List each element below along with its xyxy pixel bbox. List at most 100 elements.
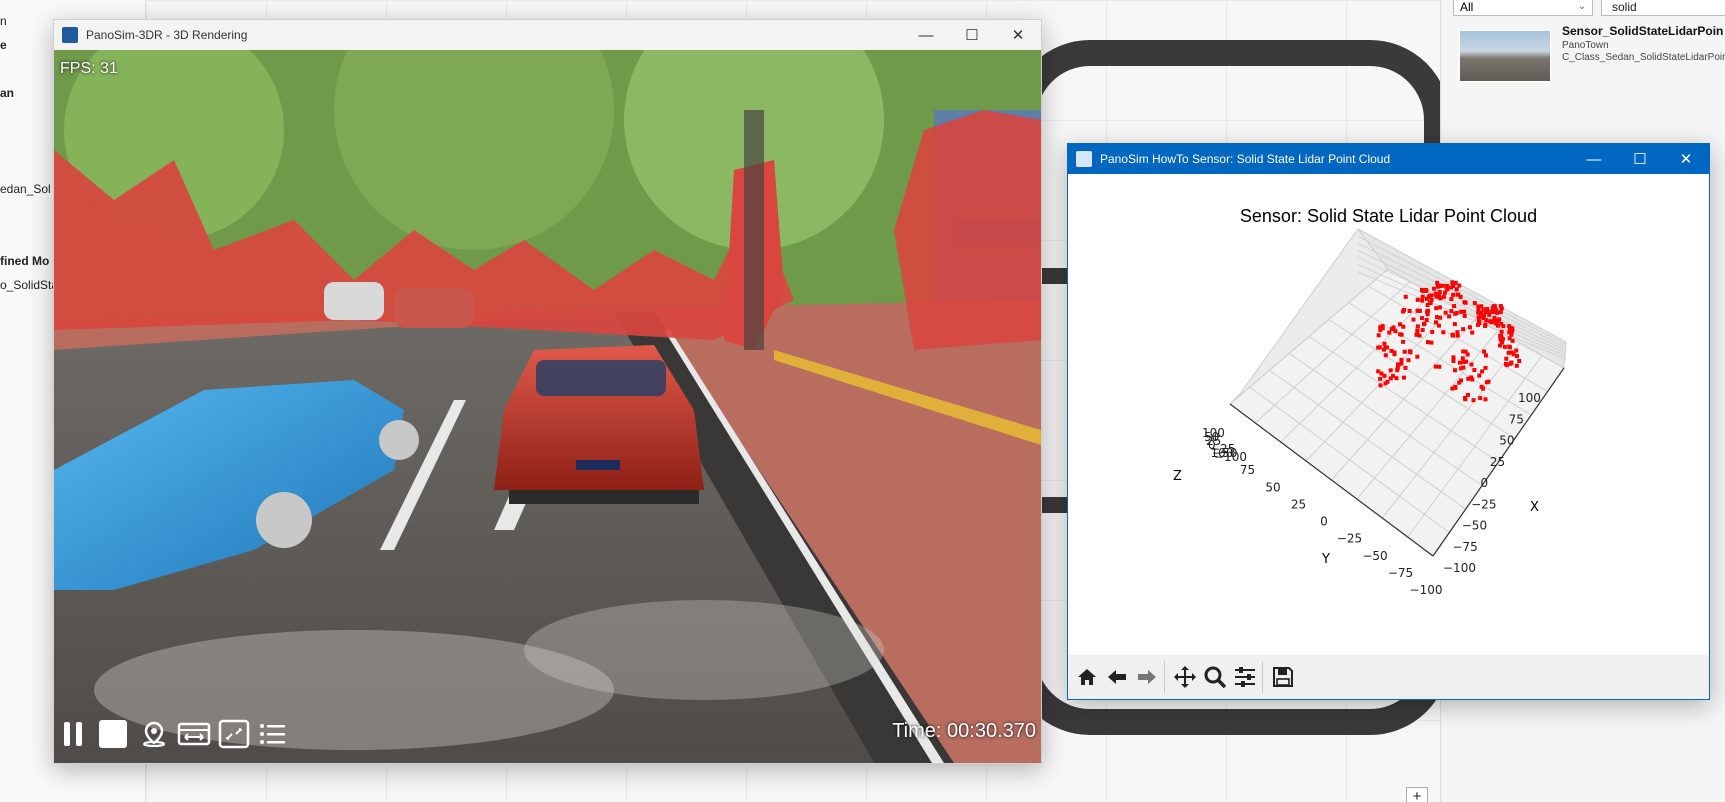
lidar-point [1378, 383, 1383, 388]
lidar-point [1483, 322, 1488, 327]
render-window-title: PanoSim-3DR - 3D Rendering [86, 28, 248, 42]
render-window: PanoSim-3DR - 3D Rendering — ☐ ✕ FPS: 31… [53, 19, 1042, 764]
filter-select[interactable]: All ⌄ [1453, 0, 1593, 16]
list-icon[interactable] [258, 719, 288, 749]
y-tick-label: 75 [1240, 463, 1255, 477]
lidar-point [1401, 308, 1406, 313]
lidar-point [1415, 328, 1420, 333]
pause-icon[interactable] [60, 719, 86, 749]
lidar-point [1382, 341, 1387, 346]
lidar-point [1433, 364, 1438, 369]
left-panel-text[interactable]: o_SolidSta [0, 278, 58, 292]
lidar-point [1401, 375, 1406, 380]
fullscreen-icon[interactable] [217, 719, 251, 749]
lidar-point [1468, 325, 1473, 330]
lidar-point [1385, 379, 1390, 384]
lidar-3d-axes: 1007550250−25−50−75−100−100−75−50−250255… [1173, 228, 1567, 597]
lidar-point [1498, 310, 1503, 315]
close-icon[interactable]: ✕ [1663, 144, 1709, 174]
experiment-vehicle: C_Class_Sedan_SolidStateLidarPointC [1562, 52, 1725, 63]
lidar-point [1398, 332, 1403, 337]
lidar-point [1472, 301, 1477, 306]
lidar-point [1465, 392, 1470, 397]
lidar-point [1383, 353, 1388, 358]
y-tick-label: 50 [1265, 480, 1280, 494]
lidar-point [1402, 349, 1407, 354]
search-input[interactable]: solid [1601, 0, 1725, 16]
lidar-point [1393, 329, 1398, 334]
lidar-point [1430, 329, 1435, 334]
lidar-point [1423, 287, 1428, 292]
lidar-window-titlebar[interactable]: PanoSim HowTo Sensor: Solid State Lidar … [1068, 144, 1709, 174]
lidar-point [1406, 358, 1411, 363]
maximize-icon[interactable]: ☐ [1617, 144, 1663, 174]
lidar-point [1447, 314, 1452, 319]
lidar-window-title: PanoSim HowTo Sensor: Solid State Lidar … [1100, 152, 1391, 166]
lidar-point [1422, 321, 1427, 326]
lidar-point [1492, 304, 1497, 309]
lidar-point [1403, 294, 1408, 299]
x-tick-label: −100 [1443, 561, 1476, 575]
minimize-icon[interactable]: — [903, 20, 949, 50]
lidar-point [1432, 286, 1437, 291]
close-icon[interactable]: ✕ [995, 20, 1041, 50]
experiment-title[interactable]: Sensor_SolidStateLidarPoin [1562, 24, 1723, 38]
forward-arrow-icon[interactable] [1132, 661, 1162, 693]
lidar-point [1469, 375, 1474, 380]
location-pin-icon[interactable] [139, 719, 169, 749]
configure-icon[interactable] [1230, 661, 1260, 693]
back-arrow-icon[interactable] [1102, 661, 1132, 693]
z-axis-label: Z [1173, 469, 1182, 484]
lidar-point [1457, 283, 1462, 288]
lidar-point [1453, 384, 1458, 389]
lidar-point [1461, 360, 1466, 365]
lidar-point [1452, 322, 1457, 327]
lidar-point [1487, 312, 1492, 317]
lidar-point [1389, 348, 1394, 353]
minimize-icon[interactable]: — [1571, 144, 1617, 174]
pan-icon[interactable] [1170, 661, 1200, 693]
x-tick-label: 0 [1481, 476, 1489, 490]
lidar-point [1415, 354, 1420, 359]
lidar-point [1436, 323, 1441, 328]
lidar-point [1510, 338, 1515, 343]
lidar-point [1398, 322, 1403, 327]
lidar-point [1477, 373, 1482, 378]
lidar-point [1476, 304, 1481, 309]
lidar-point [1441, 330, 1446, 335]
save-icon[interactable] [1268, 661, 1298, 693]
lidar-point [1477, 319, 1482, 324]
lidar-point [1407, 349, 1412, 354]
lidar-plot-window: PanoSim HowTo Sensor: Solid State Lidar … [1067, 143, 1710, 700]
lidar-point [1435, 315, 1440, 320]
home-icon[interactable] [1072, 661, 1102, 693]
lidar-point [1500, 340, 1505, 345]
filter-value: All [1460, 0, 1474, 14]
left-panel-text[interactable]: edan_Sol [0, 182, 51, 196]
add-button[interactable]: + [1406, 787, 1428, 802]
lidar-point [1387, 330, 1392, 335]
lidar-point [1420, 328, 1425, 333]
experiment-map: PanoTown [1562, 40, 1609, 51]
experiment-thumbnail[interactable] [1459, 30, 1551, 82]
view-width-icon[interactable] [176, 719, 212, 749]
lidar-point [1388, 368, 1393, 373]
lidar-point [1469, 362, 1474, 367]
render-window-titlebar[interactable]: PanoSim-3DR - 3D Rendering — ☐ ✕ [54, 20, 1041, 50]
x-tick-label: −50 [1462, 519, 1487, 533]
lidar-point [1376, 369, 1381, 374]
x-tick-label: −75 [1452, 540, 1477, 554]
zoom-icon[interactable] [1200, 661, 1230, 693]
lidar-point [1437, 364, 1442, 369]
road-segment [1040, 268, 1070, 284]
lidar-point [1416, 308, 1421, 313]
lidar-point [1457, 360, 1462, 365]
maximize-icon[interactable]: ☐ [949, 20, 995, 50]
lidar-point [1451, 333, 1456, 338]
scene-image [54, 50, 1041, 763]
lidar-point [1506, 350, 1511, 355]
render-viewport[interactable]: FPS: 31 Time: 00:30.370 [54, 50, 1041, 763]
plot-canvas[interactable]: Sensor: Solid State Lidar Point Cloud 10… [1068, 174, 1709, 655]
y-tick-label: −75 [1388, 566, 1413, 580]
stop-icon[interactable] [97, 719, 129, 749]
